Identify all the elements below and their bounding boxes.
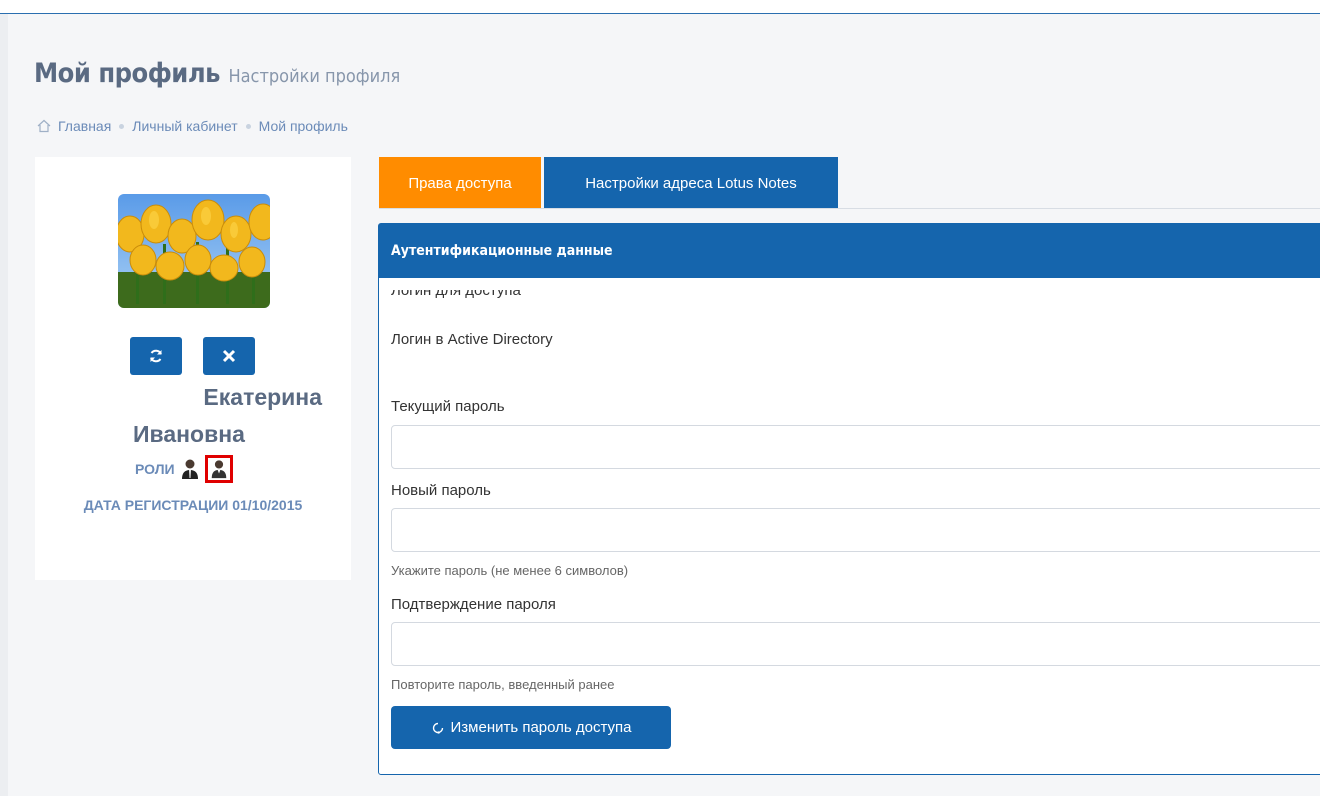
new-password-hint: Укажите пароль (не менее 6 символов) bbox=[391, 563, 629, 578]
page-subtitle: Настройки профиля bbox=[228, 66, 401, 87]
breadcrumb-home[interactable]: Главная bbox=[58, 118, 111, 134]
new-password-input[interactable] bbox=[391, 508, 1320, 552]
refresh-icon bbox=[150, 349, 162, 363]
page-title: Мой профиль bbox=[34, 58, 220, 89]
breadcrumb-profile[interactable]: Мой профиль bbox=[259, 118, 348, 134]
tab-divider bbox=[379, 208, 1320, 209]
breadcrumb-separator bbox=[119, 123, 125, 129]
breadcrumb-separator bbox=[245, 123, 251, 129]
breadcrumb-cabinet[interactable]: Личный кабинет bbox=[132, 118, 237, 134]
close-icon bbox=[222, 349, 236, 363]
remove-photo-button[interactable] bbox=[203, 337, 255, 375]
login-label: Логин в Active Directory bbox=[391, 331, 553, 348]
roles-label: РОЛИ bbox=[135, 461, 175, 477]
tab-access-rights[interactable]: Права доступа bbox=[379, 157, 541, 209]
user-name-second: Ивановна bbox=[133, 421, 245, 447]
avatar bbox=[118, 194, 270, 308]
confirm-password-hint: Повторите пароль, введенный ранее bbox=[391, 677, 615, 692]
change-password-label: Изменить пароль доступа bbox=[450, 719, 632, 736]
left-edge bbox=[0, 14, 8, 796]
page-header: Мой профиль Настройки профиля bbox=[34, 58, 400, 89]
home-icon bbox=[37, 119, 51, 133]
refresh-icon bbox=[432, 722, 443, 734]
user-icon[interactable] bbox=[181, 458, 199, 480]
profile-card: Екатерина Ивановна РОЛИ ДАТА РЕГИСТРАЦИИ… bbox=[35, 157, 351, 580]
clipped-label: Логин для доступа bbox=[391, 290, 521, 299]
auth-panel: Аутентификационные данные Логин для дост… bbox=[378, 223, 1320, 775]
current-password-label: Текущий пароль bbox=[391, 398, 505, 415]
confirm-password-input[interactable] bbox=[391, 622, 1320, 666]
confirm-password-label: Подтверждение пароля bbox=[391, 596, 556, 613]
top-bar bbox=[0, 0, 1320, 14]
tab-bar: Права доступа Настройки адреса Lotus Not… bbox=[379, 157, 838, 209]
tab-lotus-notes[interactable]: Настройки адреса Lotus Notes bbox=[544, 157, 838, 209]
panel-title: Аутентификационные данные bbox=[379, 224, 1320, 278]
current-password-input[interactable] bbox=[391, 425, 1320, 469]
roles-row: РОЛИ bbox=[135, 455, 233, 483]
refresh-photo-button[interactable] bbox=[130, 337, 182, 375]
user-name-first: Екатерина bbox=[203, 384, 322, 410]
change-password-button[interactable]: Изменить пароль доступа bbox=[391, 706, 671, 749]
registration-date: ДАТА РЕГИСТРАЦИИ 01/10/2015 bbox=[83, 497, 303, 513]
breadcrumb: Главная Личный кабинет Мой профиль bbox=[36, 118, 348, 134]
new-password-label: Новый пароль bbox=[391, 482, 491, 499]
user-icon[interactable] bbox=[204, 455, 233, 483]
